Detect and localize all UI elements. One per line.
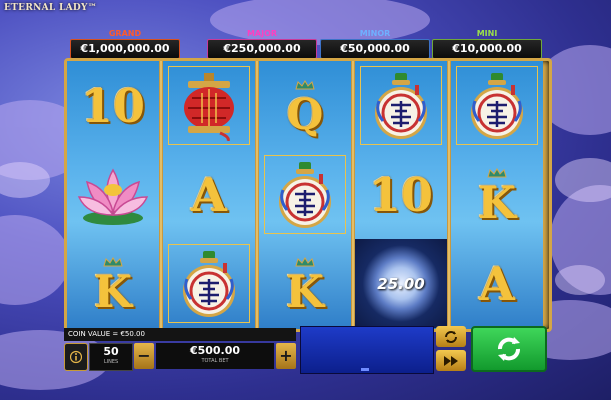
symbol-king: K (477, 178, 517, 229)
reel-4-symbol-2: 10 (355, 150, 447, 239)
reel-1: 10 K (67, 61, 159, 329)
info-icon (70, 350, 82, 364)
crown-icon (487, 168, 507, 178)
crown-icon (295, 80, 315, 90)
lantern-icon (174, 71, 244, 141)
jackpot-grand-label: GRAND (108, 29, 142, 38)
jackpot-major-value: €250,000.00 (207, 39, 317, 59)
total-bet-value: €500.00 (189, 344, 241, 357)
jackpot-major-label: MAJOR (246, 29, 278, 38)
crown-icon (295, 257, 315, 267)
jackpot-bar: GRAND €1,000,000.00 MAJOR €250,000.00 MI… (70, 29, 542, 59)
reel-2-symbol-3 (163, 239, 255, 328)
jackpot-minor: MINOR €50,000.00 (320, 29, 430, 59)
increase-bet-button[interactable]: + (276, 343, 296, 369)
spin-button[interactable] (471, 326, 547, 372)
win-message-panel (300, 326, 434, 374)
jackpot-grand: GRAND €1,000,000.00 (70, 29, 180, 59)
coin-value-display[interactable]: COIN VALUE = €50.00 (64, 328, 296, 341)
moon-bonus-value: 25.00 (377, 274, 425, 293)
autoplay-icon (445, 330, 457, 343)
reel-2-symbol-1 (163, 61, 255, 150)
spin-icon (498, 337, 520, 361)
lotus-icon (73, 160, 153, 230)
symbol-ace: A (191, 167, 227, 222)
reel-4-symbol-1 (355, 61, 447, 150)
lines-label: LINES (103, 359, 119, 365)
vase-icon (179, 249, 239, 319)
reel-1-symbol-1: 10 (67, 61, 159, 150)
total-bet-display: €500.00 TOTAL BET (156, 343, 274, 369)
info-button[interactable] (64, 343, 88, 371)
reel-4: 10 25.00 (355, 61, 447, 329)
decrease-bet-button[interactable]: − (134, 343, 154, 369)
vase-icon (371, 71, 431, 141)
reel-2: A (163, 61, 255, 329)
jackpot-mini-value: €10,000.00 (432, 39, 542, 59)
reel-1-symbol-3: K (67, 239, 159, 328)
control-bar: COIN VALUE = €50.00 50 LINES − €500.00 T… (64, 326, 549, 400)
lines-value: 50 (103, 345, 119, 358)
jackpot-major: MAJOR €250,000.00 (207, 29, 317, 59)
autoplay-button[interactable] (436, 326, 466, 347)
vase-icon (275, 160, 335, 230)
crown-icon (103, 257, 123, 267)
vase-icon (467, 71, 527, 141)
symbol-king: K (285, 267, 325, 318)
jackpot-grand-value: €1,000,000.00 (70, 39, 180, 59)
jackpot-minor-value: €50,000.00 (320, 39, 430, 59)
lines-display: 50 LINES (89, 343, 133, 371)
symbol-ten: 10 (80, 78, 145, 133)
reel-3: Q K (259, 61, 351, 329)
reel-5: K A (451, 61, 543, 329)
reel-5-symbol-3: A (451, 239, 543, 328)
reel-5-symbol-1 (451, 61, 543, 150)
game-title: ETERNAL LADY™ (4, 3, 98, 13)
jackpot-mini-label: MINI (476, 29, 498, 38)
turbo-button[interactable] (436, 350, 466, 371)
reel-3-symbol-3: K (259, 239, 351, 328)
jackpot-mini: MINI €10,000.00 (432, 29, 542, 59)
symbol-ace: A (479, 256, 515, 311)
reel-area: 10 K A Q K 10 25.00 K A (64, 58, 552, 332)
reel-2-symbol-2: A (163, 150, 255, 239)
jackpot-minor-label: MINOR (359, 29, 391, 38)
reel-3-symbol-1: Q (259, 61, 351, 150)
reel-5-symbol-2: K (451, 150, 543, 239)
symbol-queen: Q (286, 90, 324, 139)
moon-bonus-symbol: 25.00 (355, 239, 447, 328)
reel-1-symbol-2 (67, 150, 159, 239)
total-bet-label: TOTAL BET (201, 358, 229, 364)
reel-3-symbol-2 (259, 150, 351, 239)
fast-forward-icon (444, 355, 458, 366)
symbol-ten: 10 (368, 167, 433, 222)
symbol-king: K (93, 267, 133, 318)
